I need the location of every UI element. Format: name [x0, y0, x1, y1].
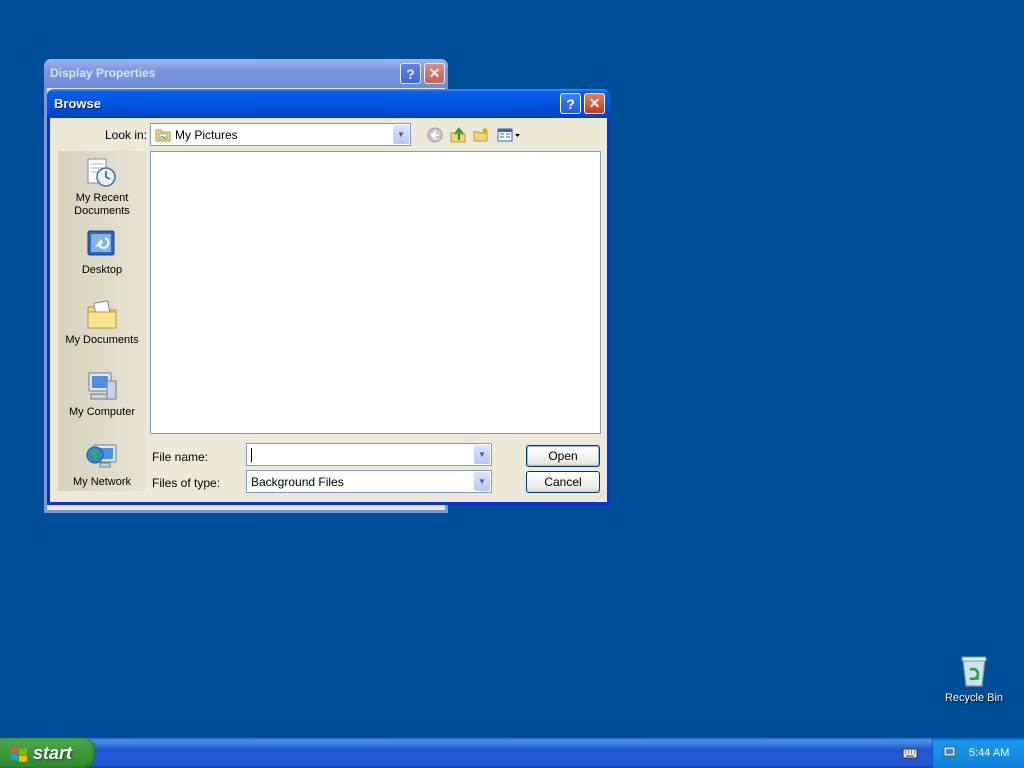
place-desktop[interactable]: Desktop	[58, 229, 146, 277]
taskbar: start 5:44 AM	[0, 738, 1024, 768]
files-of-type-label: Files of type:	[152, 476, 221, 490]
recycle-bin-icon	[961, 656, 987, 687]
open-button[interactable]: Open	[526, 445, 600, 467]
close-button[interactable]: ✕	[584, 93, 605, 114]
place-label: My Network	[72, 476, 132, 488]
system-tray: 5:44 AM	[932, 738, 1024, 768]
view-menu-button[interactable]	[496, 125, 522, 145]
view-menu-icon	[497, 128, 520, 142]
cancel-button[interactable]: Cancel	[526, 471, 600, 493]
files-of-type-value: Background Files	[251, 474, 344, 489]
back-button[interactable]	[425, 125, 445, 145]
places-bar: My Recent Documents Desktop My Documents	[58, 151, 146, 491]
recycle-bin[interactable]: Recycle Bin	[938, 654, 1010, 704]
chevron-down-icon[interactable]: ▼	[474, 445, 490, 464]
place-label: My Recent Documents	[74, 192, 130, 217]
my-pictures-folder-icon	[155, 129, 171, 141]
place-my-documents[interactable]: My Documents	[58, 299, 146, 347]
back-icon	[427, 127, 443, 143]
recycle-bin-label: Recycle Bin	[944, 692, 1004, 704]
new-folder-icon	[473, 128, 488, 142]
up-folder-icon	[450, 127, 466, 143]
chevron-down-icon[interactable]: ▼	[393, 125, 409, 144]
display-properties-help-button[interactable]: ?	[400, 63, 421, 84]
desktop-icon	[87, 230, 115, 256]
start-button[interactable]: start	[0, 738, 96, 768]
place-my-computer[interactable]: My Computer	[58, 371, 146, 419]
look-in-value: My Pictures	[175, 127, 238, 142]
my-documents-icon	[87, 300, 117, 329]
my-network-icon	[86, 444, 117, 468]
browse-title: Browse	[54, 96, 101, 111]
my-computer-icon	[88, 372, 117, 400]
text-caret	[251, 447, 252, 462]
new-folder-button[interactable]	[471, 125, 491, 145]
keyboard-icon[interactable]	[902, 746, 918, 760]
file-list[interactable]	[150, 151, 601, 434]
browse-dialog: Browse ? ✕ Look in: My Pictures ▼ My Rec…	[47, 89, 610, 505]
place-label: My Computer	[68, 406, 136, 418]
network-status-icon[interactable]	[943, 745, 959, 761]
display-properties-titlebar[interactable]: Display Properties ? ✕	[44, 59, 448, 88]
files-of-type-dropdown[interactable]: Background Files ▼	[246, 470, 492, 493]
browse-titlebar[interactable]: Browse ? ✕	[47, 89, 610, 118]
place-label: Desktop	[81, 264, 123, 276]
resize-grip-icon[interactable]: ⋰	[597, 491, 605, 500]
display-properties-title: Display Properties	[50, 66, 156, 80]
windows-logo-icon	[11, 746, 27, 762]
place-my-recent-documents[interactable]: My Recent Documents	[58, 157, 146, 218]
up-one-level-button[interactable]	[448, 125, 468, 145]
file-name-label: File name:	[152, 450, 209, 464]
place-my-network[interactable]: My Network	[58, 441, 146, 489]
look-in-dropdown[interactable]: My Pictures ▼	[150, 123, 411, 146]
help-button[interactable]: ?	[560, 93, 581, 114]
display-properties-close-button[interactable]: ✕	[424, 63, 445, 84]
chevron-down-icon[interactable]: ▼	[474, 472, 490, 491]
start-label: start	[33, 742, 73, 763]
clock: 5:44 AM	[969, 747, 1010, 759]
look-in-label: Look in:	[105, 128, 148, 142]
file-name-input[interactable]: ▼	[246, 443, 492, 466]
recent-documents-icon	[87, 158, 116, 187]
place-label: My Documents	[65, 334, 139, 346]
